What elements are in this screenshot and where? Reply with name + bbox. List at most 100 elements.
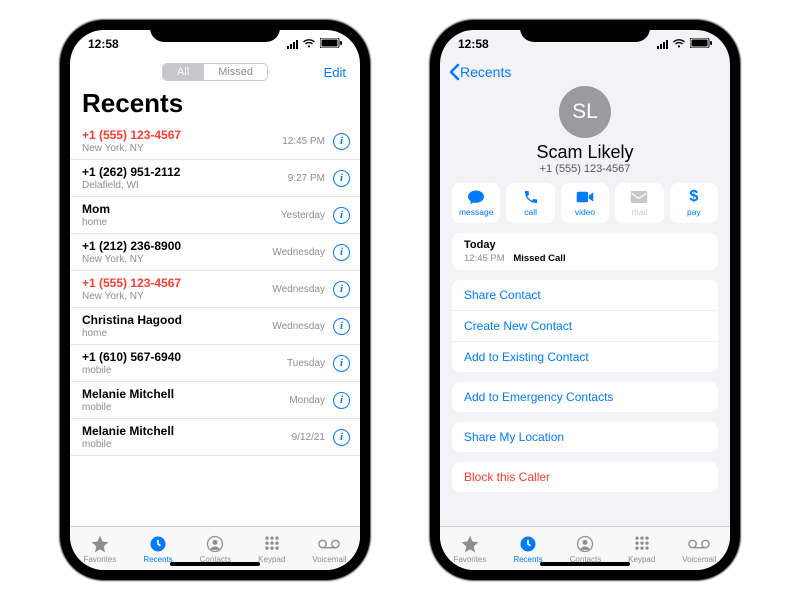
call-name: +1 (262) 951-2112 bbox=[82, 165, 288, 179]
tab-label: Favorites bbox=[83, 555, 116, 564]
info-icon[interactable]: i bbox=[333, 133, 350, 150]
info-icon[interactable]: i bbox=[333, 318, 350, 335]
call-event-row: 12:45 PM Missed Call bbox=[464, 253, 706, 264]
info-icon[interactable]: i bbox=[333, 392, 350, 409]
location-card: Share My Location bbox=[452, 422, 718, 452]
nav-bar: All Missed Edit bbox=[70, 58, 360, 86]
recents-content: All Missed Edit Recents +1 (555) 123-456… bbox=[70, 58, 360, 526]
tab-voicemail[interactable]: Voicemail bbox=[312, 534, 346, 564]
wifi-icon bbox=[302, 37, 316, 51]
info-icon[interactable]: i bbox=[333, 244, 350, 261]
call-name: +1 (555) 123-4567 bbox=[82, 276, 272, 290]
call-row[interactable]: MomhomeYesterdayi bbox=[70, 197, 360, 234]
block-caller-row[interactable]: Block this Caller bbox=[452, 462, 718, 492]
tab-label: Keypad bbox=[628, 555, 655, 564]
add-to-existing-contact-row[interactable]: Add to Existing Contact bbox=[452, 342, 718, 372]
tab-label: Favorites bbox=[453, 555, 486, 564]
call-row[interactable]: +1 (212) 236-8900New York, NYWednesday i bbox=[70, 234, 360, 271]
tab-favorites[interactable]: Favorites bbox=[453, 534, 486, 564]
action-label: call bbox=[524, 207, 537, 217]
segment-missed[interactable]: Missed bbox=[204, 64, 267, 80]
call-list[interactable]: +1 (555) 123-4567New York, NY12:45 PMi+1… bbox=[70, 123, 360, 526]
emergency-card: Add to Emergency Contacts bbox=[452, 382, 718, 412]
device-frame-left: 12:58 All Missed Edit Recents +1 (5 bbox=[60, 20, 370, 580]
action-video[interactable]: video bbox=[561, 183, 609, 223]
back-button[interactable]: Recents bbox=[448, 63, 511, 81]
home-indicator[interactable] bbox=[170, 562, 260, 566]
nav-bar: Recents bbox=[440, 58, 730, 86]
call-sub: New York, NY bbox=[82, 254, 272, 265]
segment-control[interactable]: All Missed bbox=[162, 63, 268, 81]
voicemail-icon bbox=[318, 534, 340, 554]
call-time: Wednesday bbox=[272, 321, 325, 332]
create-new-contact-row[interactable]: Create New Contact bbox=[452, 311, 718, 342]
tab-keypad[interactable]: Keypad bbox=[258, 534, 285, 564]
contact-icon bbox=[205, 534, 225, 554]
call-name: +1 (555) 123-4567 bbox=[82, 128, 282, 142]
action-message[interactable]: message bbox=[452, 183, 500, 223]
segment-all[interactable]: All bbox=[163, 64, 204, 80]
call-sub: home bbox=[82, 217, 281, 228]
mail-icon bbox=[630, 189, 648, 205]
call-name: Christina Hagood bbox=[82, 313, 272, 327]
battery-icon bbox=[320, 37, 342, 51]
voicemail-icon bbox=[688, 534, 710, 554]
today-label: Today bbox=[464, 239, 706, 251]
share-location-row[interactable]: Share My Location bbox=[452, 422, 718, 452]
tab-favorites[interactable]: Favorites bbox=[83, 534, 116, 564]
tab-voicemail[interactable]: Voicemail bbox=[682, 534, 716, 564]
call-name: +1 (212) 236-8900 bbox=[82, 239, 272, 253]
call-sub: New York, NY bbox=[82, 143, 282, 154]
call-row[interactable]: Christina HagoodhomeWednesdayi bbox=[70, 308, 360, 345]
device-frame-right: 12:58 Recents SL Scam Likely +1 (555 bbox=[430, 20, 740, 580]
avatar: SL bbox=[559, 86, 611, 138]
contact-content[interactable]: Recents SL Scam Likely +1 (555) 123-4567… bbox=[440, 58, 730, 526]
call-row[interactable]: +1 (555) 123-4567New York, NYWednesdayi bbox=[70, 271, 360, 308]
info-icon[interactable]: i bbox=[333, 429, 350, 446]
call-row[interactable]: Melanie MitchellmobileMondayi bbox=[70, 382, 360, 419]
action-mail: mail bbox=[615, 183, 663, 223]
call-time: 9/12/21 bbox=[292, 432, 325, 443]
tab-recents[interactable]: Recents bbox=[143, 534, 172, 564]
call-row[interactable]: +1 (555) 123-4567New York, NY12:45 PMi bbox=[70, 123, 360, 160]
tab-contacts[interactable]: Contacts bbox=[200, 534, 232, 564]
screen-recents-list: 12:58 All Missed Edit Recents +1 (5 bbox=[70, 30, 360, 570]
status-time: 12:58 bbox=[88, 37, 119, 51]
contact-name: Scam Likely bbox=[440, 142, 730, 163]
info-icon[interactable]: i bbox=[333, 207, 350, 224]
tab-contacts[interactable]: Contacts bbox=[570, 534, 602, 564]
status-time: 12:58 bbox=[458, 37, 489, 51]
info-icon[interactable]: i bbox=[333, 355, 350, 372]
call-sub: New York, NY bbox=[82, 291, 272, 302]
tab-label: Keypad bbox=[258, 555, 285, 564]
info-icon[interactable]: i bbox=[333, 170, 350, 187]
tab-keypad[interactable]: Keypad bbox=[628, 534, 655, 564]
call-time: 12:45 PM bbox=[464, 253, 505, 264]
share-contact-row[interactable]: Share Contact bbox=[452, 280, 718, 311]
notch bbox=[520, 20, 650, 42]
call-name: Melanie Mitchell bbox=[82, 387, 289, 401]
block-card: Block this Caller bbox=[452, 462, 718, 492]
action-call[interactable]: call bbox=[506, 183, 554, 223]
tab-label: Voicemail bbox=[312, 555, 346, 564]
call-row[interactable]: +1 (262) 951-2112Delafield, WI9:27 PMi bbox=[70, 160, 360, 197]
call-row[interactable]: Melanie Mitchellmobile9/12/21 i bbox=[70, 419, 360, 456]
cellular-signal-icon bbox=[657, 40, 668, 49]
call-time: 9:27 PM bbox=[288, 173, 325, 184]
call-time: Wednesday bbox=[272, 247, 325, 258]
action-label: mail bbox=[632, 207, 648, 217]
status-right bbox=[287, 37, 342, 51]
home-indicator[interactable] bbox=[540, 562, 630, 566]
video-icon bbox=[576, 189, 594, 205]
info-icon[interactable]: i bbox=[333, 281, 350, 298]
add-emergency-row[interactable]: Add to Emergency Contacts bbox=[452, 382, 718, 412]
keypad-icon bbox=[262, 534, 282, 554]
call-row[interactable]: +1 (610) 567-6940mobileTuesdayi bbox=[70, 345, 360, 382]
tab-recents[interactable]: Recents bbox=[513, 534, 542, 564]
back-label: Recents bbox=[460, 64, 511, 80]
action-pay[interactable]: $ pay bbox=[670, 183, 718, 223]
call-name: Melanie Mitchell bbox=[82, 424, 292, 438]
call-sub: mobile bbox=[82, 439, 292, 450]
call-time: Tuesday bbox=[287, 358, 325, 369]
edit-button[interactable]: Edit bbox=[324, 65, 346, 80]
